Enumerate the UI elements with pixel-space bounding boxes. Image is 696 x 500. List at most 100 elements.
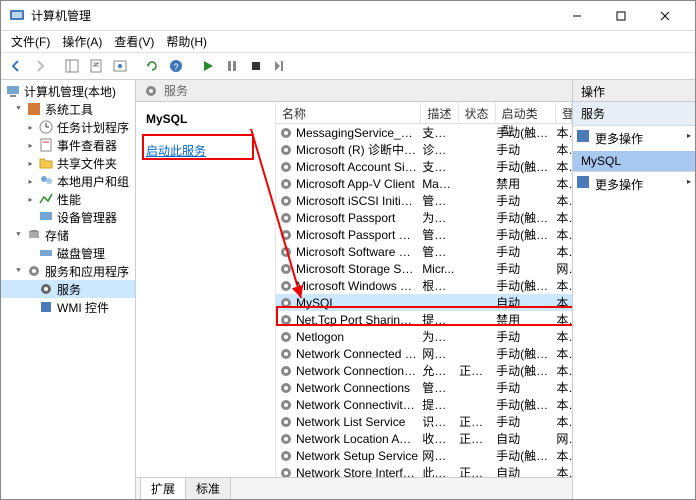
service-row[interactable]: Network Connected Devi...网络...手动(触发...本 <box>276 345 572 362</box>
tree-shared-folders[interactable]: ▸共享文件夹 <box>1 154 135 172</box>
cell-logon: 本 <box>556 192 572 209</box>
menu-help[interactable]: 帮助(H) <box>160 31 213 52</box>
export-button[interactable] <box>85 55 107 77</box>
expander-icon[interactable]: ⯆ <box>13 104 24 115</box>
stop-service-button[interactable] <box>245 55 267 77</box>
chevron-right-icon: ▸ <box>687 131 691 140</box>
tree-root[interactable]: 计算机管理(本地) <box>1 82 135 100</box>
service-row[interactable]: Microsoft iSCSI Initiator ...管理...手动本 <box>276 192 572 209</box>
col-name[interactable]: 名称 <box>276 102 421 123</box>
service-row[interactable]: Network Setup Service网络...手动(触发...本 <box>276 447 572 464</box>
cell-logon: 本 <box>556 175 572 192</box>
cell-name: Microsoft Passport <box>296 211 422 225</box>
tree-event-viewer[interactable]: ▸事件查看器 <box>1 136 135 154</box>
expander-icon[interactable]: ⯆ <box>13 230 24 241</box>
refresh-button[interactable] <box>141 55 163 77</box>
maximize-button[interactable] <box>599 2 643 30</box>
expander-icon[interactable]: ▸ <box>25 140 36 151</box>
cell-name: Microsoft Passport Cont... <box>296 228 422 242</box>
service-row[interactable]: Netlogon为用...手动本 <box>276 328 572 345</box>
service-row[interactable]: Microsoft (R) 诊断中心标...诊断...手动本 <box>276 141 572 158</box>
tree-device-manager[interactable]: ▸设备管理器 <box>1 208 135 226</box>
service-row[interactable]: Microsoft App-V ClientMan...禁用本 <box>276 175 572 192</box>
actions-group-mysql[interactable]: MySQL <box>573 151 695 172</box>
service-row[interactable]: MySQL自动本 <box>276 294 572 311</box>
start-service-link[interactable]: 启动此服务 <box>146 144 206 158</box>
tree-services[interactable]: ▸服务 <box>1 280 135 298</box>
expander-icon[interactable]: ▸ <box>25 158 36 169</box>
action-more-services[interactable]: 更多操作 ▸ <box>573 126 695 151</box>
actions-group-services[interactable]: 服务 <box>573 102 695 126</box>
cell-logon: 本 <box>556 345 572 362</box>
close-button[interactable] <box>643 2 687 30</box>
col-state[interactable]: 状态 <box>459 102 496 123</box>
service-row[interactable]: MessagingService_1cc1f1...支持...手动(触发...本 <box>276 124 572 141</box>
tree-disk-management[interactable]: ▸磁盘管理 <box>1 244 135 262</box>
services-grid[interactable]: 名称 描述 状态 启动类型 登 MessagingService_1cc1f1.… <box>276 102 572 477</box>
pause-service-button[interactable] <box>221 55 243 77</box>
cell-startup: 手动(触发... <box>496 362 556 379</box>
show-hide-button[interactable] <box>61 55 83 77</box>
tree-label: 本地用户和组 <box>57 173 129 190</box>
gear-icon <box>279 228 293 242</box>
service-row[interactable]: Net.Tcp Port Sharing Ser...提供...禁用本 <box>276 311 572 328</box>
cell-state: 正在... <box>459 413 496 430</box>
tree-storage[interactable]: ⯆存储 <box>1 226 135 244</box>
more-icon <box>577 130 589 142</box>
gear-icon <box>279 449 293 463</box>
cell-desc: 为用... <box>422 209 459 226</box>
col-startup[interactable]: 启动类型 <box>496 102 556 123</box>
gear-icon <box>279 126 293 140</box>
service-row[interactable]: Microsoft Passport为用...手动(触发...本 <box>276 209 572 226</box>
cell-startup: 手动(触发... <box>496 396 556 413</box>
cell-startup: 手动(触发... <box>496 124 556 141</box>
tree-performance[interactable]: ▸性能 <box>1 190 135 208</box>
computer-icon <box>5 83 21 99</box>
menu-action[interactable]: 操作(A) <box>56 31 108 52</box>
tree-services-apps[interactable]: ⯆服务和应用程序 <box>1 262 135 280</box>
service-row[interactable]: Network Store Interface ...此服...正在...自动本 <box>276 464 572 477</box>
cell-desc: 提供... <box>422 396 459 413</box>
service-row[interactable]: Network List Service识别...正在...手动本 <box>276 413 572 430</box>
cell-desc: 管理... <box>422 226 459 243</box>
start-service-button[interactable] <box>197 55 219 77</box>
cell-name: MySQL <box>296 296 422 310</box>
services-header-label: 服务 <box>164 82 188 99</box>
forward-button[interactable] <box>29 55 51 77</box>
expander-icon[interactable]: ⯆ <box>13 266 24 277</box>
service-row[interactable]: Microsoft Storage Space...Micr...手动网 <box>276 260 572 277</box>
col-logon[interactable]: 登 <box>556 102 572 123</box>
expander-icon[interactable]: ▸ <box>25 122 36 133</box>
col-desc[interactable]: 描述 <box>421 102 458 123</box>
cell-startup: 手动 <box>496 379 556 396</box>
nav-tree[interactable]: 计算机管理(本地) ⯆ 系统工具 ▸任务计划程序 ▸事件查看器 ▸共享文件夹 ▸… <box>1 80 136 499</box>
service-row[interactable]: Network Connections管理...手动本 <box>276 379 572 396</box>
service-row[interactable]: Network Connection Bro...允许...正在...手动(触发… <box>276 362 572 379</box>
wmi-icon <box>38 299 54 315</box>
service-row[interactable]: Microsoft Account Sign-i...支持...手动(触发...… <box>276 158 572 175</box>
menu-view[interactable]: 查看(V) <box>108 31 160 52</box>
service-row[interactable]: Network Connectivity Ass...提供...手动(触发...… <box>276 396 572 413</box>
service-row[interactable]: Microsoft Software Shad...管理...手动本 <box>276 243 572 260</box>
service-details: MySQL 启动此服务 <box>136 102 276 477</box>
cell-startup: 手动 <box>496 192 556 209</box>
tree-task-scheduler[interactable]: ▸任务计划程序 <box>1 118 135 136</box>
tab-extended[interactable]: 扩展 <box>140 477 186 499</box>
service-row[interactable]: Network Location Aware...收集...正在...自动网 <box>276 430 572 447</box>
action-more-mysql[interactable]: 更多操作 ▸ <box>573 172 695 197</box>
help-button[interactable]: ? <box>165 55 187 77</box>
expander-icon[interactable]: ▸ <box>25 194 36 205</box>
tree-wmi[interactable]: ▸WMI 控件 <box>1 298 135 316</box>
service-row[interactable]: Microsoft Passport Cont...管理...手动(触发...本 <box>276 226 572 243</box>
menu-file[interactable]: 文件(F) <box>5 31 56 52</box>
tree-local-users[interactable]: ▸ 本地用户和组 <box>1 172 135 190</box>
tab-standard[interactable]: 标准 <box>185 477 231 499</box>
back-button[interactable] <box>5 55 27 77</box>
disk-icon <box>38 245 54 261</box>
tree-system-tools[interactable]: ⯆ 系统工具 <box>1 100 135 118</box>
service-row[interactable]: Microsoft Windows SMS ...根据...手动(触发...本 <box>276 277 572 294</box>
restart-service-button[interactable] <box>269 55 291 77</box>
properties-button[interactable] <box>109 55 131 77</box>
expander-icon[interactable]: ▸ <box>25 176 36 187</box>
minimize-button[interactable] <box>555 2 599 30</box>
